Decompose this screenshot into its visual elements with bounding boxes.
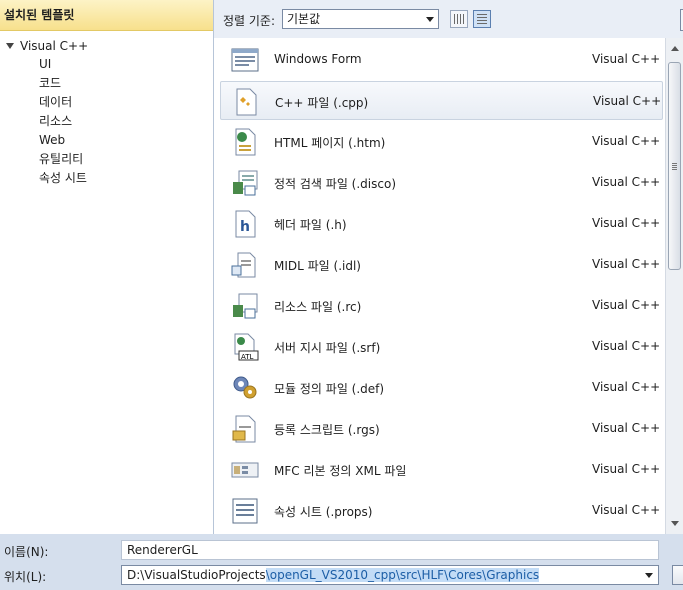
- template-language: Visual C++: [592, 175, 661, 189]
- template-name: MIDL 파일 (.idl): [274, 259, 361, 273]
- expand-arrow-icon[interactable]: [6, 43, 14, 49]
- template-language: Visual C++: [592, 216, 661, 230]
- resource-file-icon: [230, 291, 260, 321]
- tree-item-visual-cpp[interactable]: Visual C++: [6, 37, 88, 55]
- medium-icons-view-button[interactable]: [450, 10, 468, 28]
- template-language: Visual C++: [592, 380, 661, 394]
- svg-text:ATL: ATL: [241, 353, 254, 361]
- template-name: 정적 검색 파일 (.disco): [274, 177, 397, 191]
- template-item[interactable]: HTML 페이지 (.htm) Visual C++: [220, 122, 663, 161]
- midl-file-icon: [230, 250, 260, 280]
- template-language: Visual C++: [592, 503, 661, 517]
- location-input[interactable]: D:\VisualStudioProjects\openGL_VS2010_cp…: [121, 565, 659, 585]
- template-name: 리소스 파일 (.rc): [274, 300, 362, 314]
- mfc-ribbon-icon: [230, 455, 260, 485]
- template-item[interactable]: 속성 시트 (.props) Visual C++: [220, 491, 663, 530]
- name-input-value: RendererGL: [127, 543, 198, 557]
- header-file-icon: h: [230, 209, 260, 239]
- grip-icon: [672, 162, 677, 170]
- browse-button[interactable]: [672, 565, 683, 585]
- template-item[interactable]: C++ 파일 (.cpp) Visual C++: [220, 81, 663, 120]
- atl-srf-file-icon: ATL: [230, 332, 260, 362]
- template-name: 서버 지시 파일 (.srf): [274, 341, 381, 355]
- template-language: Visual C++: [592, 421, 661, 435]
- sort-dropdown[interactable]: 기본값: [282, 9, 439, 29]
- template-name: HTML 페이지 (.htm): [274, 136, 386, 150]
- scroll-up-icon[interactable]: [671, 46, 679, 51]
- template-list: Windows Form Visual C++ C++ 파일 (.cpp) Visua…: [214, 38, 665, 534]
- scroll-down-icon[interactable]: [671, 521, 679, 526]
- template-name: 등록 스크립트 (.rgs): [274, 423, 380, 437]
- template-language: Visual C++: [593, 94, 662, 108]
- template-language: Visual C++: [592, 462, 661, 476]
- location-label: 위치(L):: [4, 570, 47, 584]
- tree-item-web[interactable]: Web: [39, 131, 65, 149]
- template-language: Visual C++: [592, 52, 661, 66]
- registry-script-icon: [230, 414, 260, 444]
- template-name: 헤더 파일 (.h): [274, 218, 347, 232]
- form-icon: [230, 45, 260, 75]
- tree-item-resource[interactable]: 리소스: [39, 112, 72, 130]
- template-language: Visual C++: [592, 339, 661, 353]
- html-page-icon: [230, 127, 260, 157]
- template-language: Visual C++: [592, 257, 661, 271]
- sort-toolbar: 정렬 기준: 기본값: [214, 0, 683, 38]
- list-view-icon: [477, 14, 487, 24]
- sort-dropdown-value: 기본값: [287, 12, 321, 26]
- template-item[interactable]: MFC 리본 정의 XML 파일 Visual C++: [220, 450, 663, 489]
- scrollbar-thumb[interactable]: [668, 62, 681, 270]
- installed-templates-header: 설치된 템플릿: [0, 0, 213, 31]
- name-input[interactable]: RendererGL: [121, 540, 659, 560]
- template-item[interactable]: 정적 검색 파일 (.disco) Visual C++: [220, 163, 663, 202]
- template-name: 속성 시트 (.props): [274, 505, 373, 519]
- name-label: 이름(N):: [4, 545, 49, 559]
- location-prefix: D:\VisualStudioProjects: [127, 568, 266, 582]
- template-name: MFC 리본 정의 XML 파일: [274, 464, 407, 478]
- template-item[interactable]: ATL 서버 지시 파일 (.srf) Visual C++: [220, 327, 663, 366]
- chevron-down-icon[interactable]: [426, 17, 434, 22]
- template-language: Visual C++: [592, 298, 661, 312]
- property-sheet-icon: [230, 496, 260, 526]
- vertical-scrollbar[interactable]: [665, 38, 683, 534]
- tree-item-data[interactable]: 데이터: [39, 93, 72, 111]
- template-name: Windows Form: [274, 52, 362, 66]
- template-item[interactable]: 리소스 파일 (.rc) Visual C++: [220, 286, 663, 325]
- template-name: C++ 파일 (.cpp): [275, 96, 369, 110]
- template-name: 모듈 정의 파일 (.def): [274, 382, 385, 396]
- tree-item-ui[interactable]: UI: [39, 55, 51, 73]
- chevron-down-icon[interactable]: [645, 573, 653, 578]
- location-selected-text: \openGL_VS2010_cpp\src\HLF\Cores\Graphic…: [265, 568, 540, 582]
- template-item[interactable]: h 헤더 파일 (.h) Visual C++: [220, 204, 663, 243]
- list-view-button[interactable]: [473, 10, 491, 28]
- tree-item-label: Visual C++: [20, 39, 89, 53]
- def-file-icon: [230, 373, 260, 403]
- svg-text:h: h: [240, 219, 250, 235]
- tree-item-utility[interactable]: 유틸리티: [39, 150, 83, 168]
- sort-label: 정렬 기준:: [223, 14, 276, 28]
- cpp-file-icon: [231, 87, 261, 117]
- template-item[interactable]: 등록 스크립트 (.rgs) Visual C++: [220, 409, 663, 448]
- template-language: Visual C++: [592, 134, 661, 148]
- template-item[interactable]: 모듈 정의 파일 (.def) Visual C++: [220, 368, 663, 407]
- template-item[interactable]: MIDL 파일 (.idl) Visual C++: [220, 245, 663, 284]
- tree-item-code[interactable]: 코드: [39, 74, 61, 92]
- installed-templates-panel: 설치된 템플릿 Visual C++ UI 코드 데이터 리소스 Web 유틸리…: [0, 0, 214, 534]
- tree-item-property-sheet[interactable]: 속성 시트: [39, 169, 87, 187]
- disco-file-icon: [230, 168, 260, 198]
- grid-view-icon: [454, 14, 464, 24]
- template-item[interactable]: Windows Form Visual C++: [220, 40, 663, 79]
